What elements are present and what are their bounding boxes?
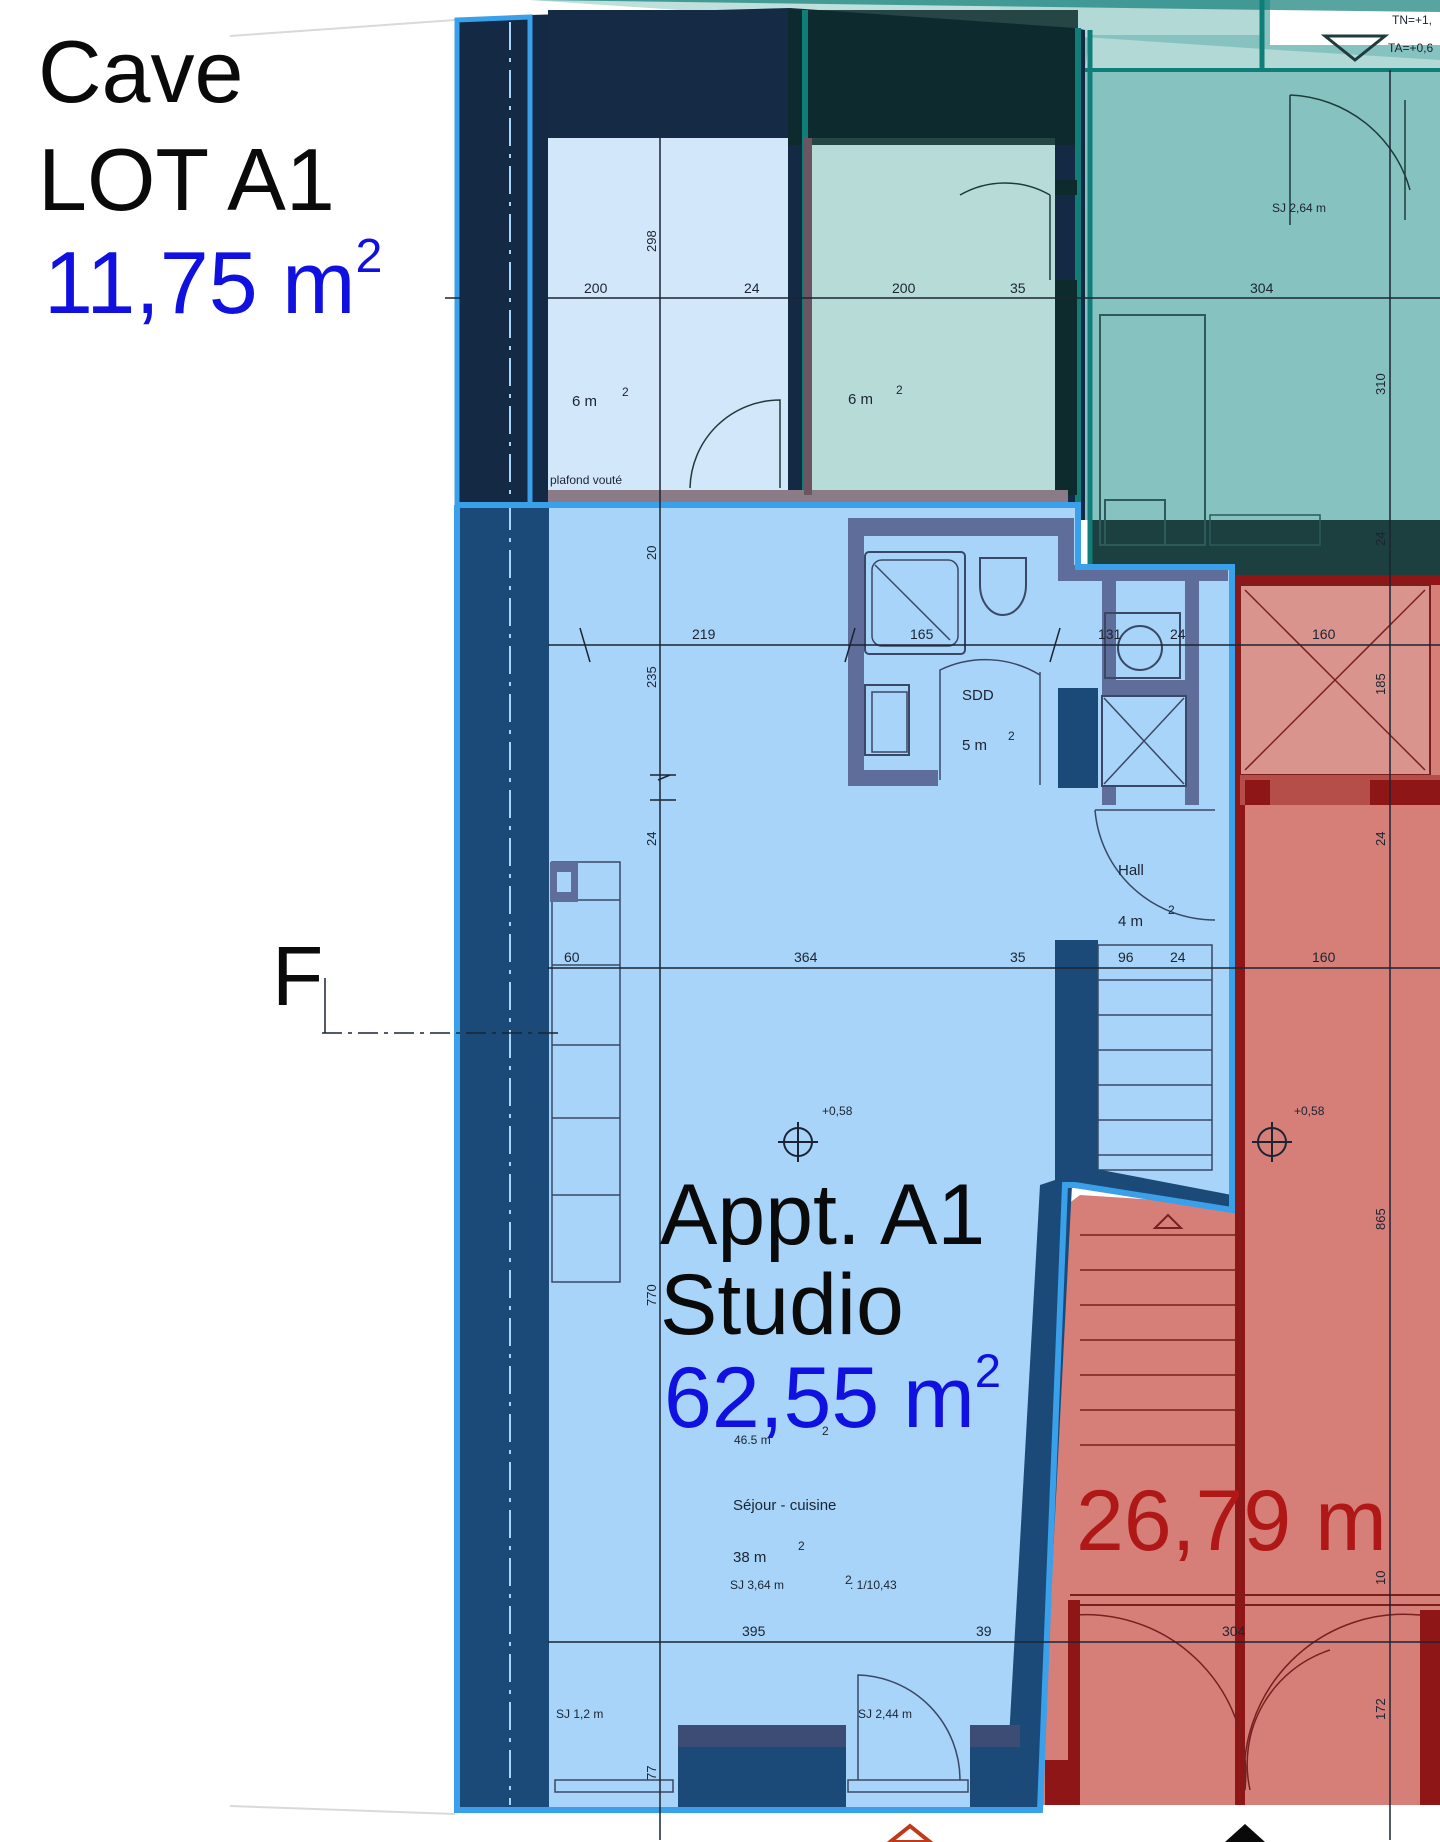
sejour-ratio: : 1/10,43 — [850, 1578, 897, 1592]
dim-top-4: 304 — [1250, 280, 1274, 296]
cellar-left-area: 6 m — [572, 393, 597, 410]
dim-v-12: 24 — [1373, 532, 1388, 546]
svg-text:2: 2 — [1008, 729, 1015, 743]
tn-text: TN=+1, — [1392, 13, 1432, 27]
dim-v-9: 77 — [644, 1766, 659, 1780]
dim-low-5: 160 — [1312, 949, 1336, 965]
dim-v-4: 24 — [644, 832, 659, 846]
dim-top-2: 200 — [892, 280, 916, 296]
sj-left-text: SJ 1,2 m — [556, 1707, 603, 1721]
sj-bottom-text: SJ 2,44 m — [858, 1707, 912, 1721]
dim-bottom-1: 39 — [976, 1623, 992, 1639]
cave-outline — [454, 14, 533, 508]
appartment-name: Appt. A1 — [660, 1167, 986, 1263]
dim-low-4: 24 — [1170, 949, 1186, 965]
dim-top-0: 200 — [584, 280, 608, 296]
svg-text:2: 2 — [1168, 903, 1175, 917]
dim-v-0: 298 — [644, 230, 659, 252]
dim-v-1: 310 — [1373, 373, 1388, 395]
dim-v-3: 235 — [644, 666, 659, 688]
appartment-type: Studio — [660, 1257, 904, 1353]
ta-text: TA=+0,6 — [1388, 41, 1433, 55]
cellar-right-area: 6 m — [848, 391, 873, 408]
neighbour-area: 26,79 m — [1076, 1478, 1387, 1564]
dim-mid-0: 219 — [692, 626, 716, 642]
sejour-sub-area: 38 m — [733, 1549, 766, 1566]
sdd-label: SDD — [962, 687, 994, 704]
dim-v-2: 20 — [644, 546, 659, 560]
sejour-note: SJ 3,64 m — [730, 1578, 784, 1592]
sdd-area: 5 m — [962, 737, 987, 754]
sejour-label: Séjour - cuisine — [733, 1497, 836, 1514]
dim-bottom-2: 304 — [1222, 1623, 1246, 1639]
dim-low-3: 96 — [1118, 949, 1134, 965]
dim-v-5: 185 — [1373, 673, 1388, 695]
guide-line-top — [229, 19, 456, 37]
hall-label: Hall — [1118, 862, 1144, 879]
dim-low-2: 35 — [1010, 949, 1026, 965]
sj-top-text: SJ 2,64 m — [1272, 201, 1326, 215]
dim-mid-1: 165 — [910, 626, 934, 642]
dim-v-10: 10 — [1373, 1571, 1388, 1585]
dim-mid-3: 24 — [1170, 626, 1186, 642]
svg-text:2: 2 — [798, 1539, 805, 1553]
dim-top-1: 24 — [744, 280, 760, 296]
dim-mid-2: 131 — [1098, 626, 1122, 642]
level-right-text: +0,58 — [1294, 1104, 1325, 1118]
cave-lot: LOT A1 — [38, 130, 335, 229]
svg-text:2: 2 — [896, 383, 903, 397]
dim-bottom-0: 395 — [742, 1623, 766, 1639]
dim-mid-4: 160 — [1312, 626, 1336, 642]
section-arrow-icon — [886, 1823, 934, 1842]
dim-v-11: 172 — [1373, 1698, 1388, 1720]
dim-v-7: 770 — [644, 1284, 659, 1306]
guide-line-bottom — [229, 1805, 456, 1815]
level-left-text: +0,58 — [822, 1104, 853, 1118]
cave-zone: 6 m 2 6 m 2 plafond vouté — [455, 8, 1085, 560]
hall-area: 4 m — [1118, 913, 1143, 930]
dim-low-0: 60 — [564, 949, 580, 965]
cave-area: 11,75 m2 — [44, 229, 383, 333]
svg-text:2: 2 — [622, 385, 629, 399]
section-marker: F — [272, 929, 324, 1023]
dim-top-3: 35 — [1010, 280, 1026, 296]
cave-title: Cave — [38, 22, 244, 121]
appartment-area: 62,55 m2 — [664, 1345, 1002, 1447]
dim-v-8: 865 — [1373, 1208, 1388, 1230]
plafond-text: plafond vouté — [550, 473, 622, 487]
dim-low-1: 364 — [794, 949, 818, 965]
dim-v-6: 24 — [1373, 832, 1388, 846]
